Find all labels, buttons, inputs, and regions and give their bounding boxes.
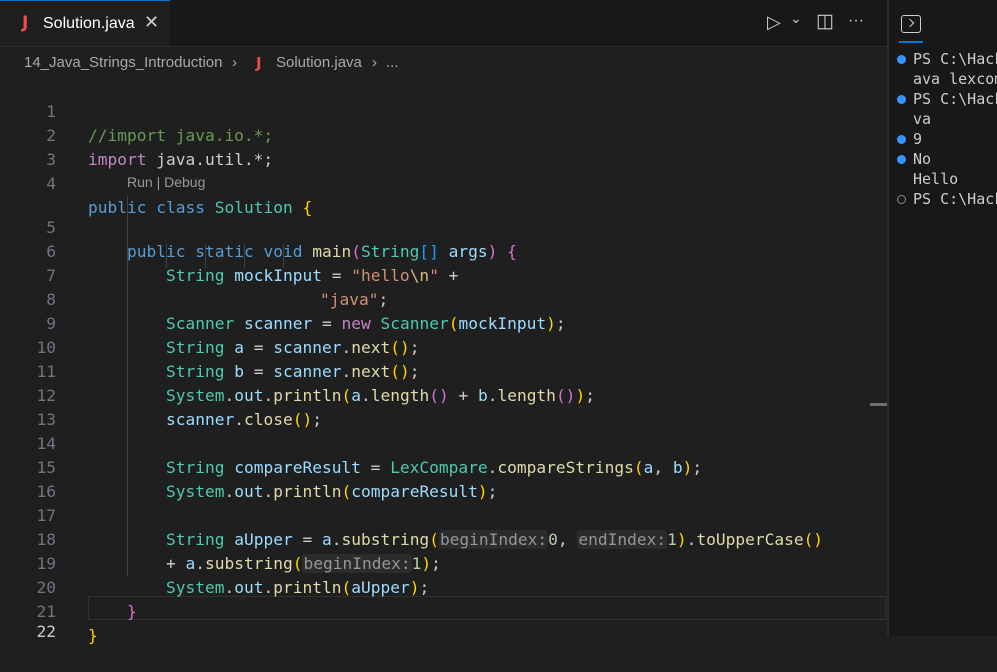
- java-file-icon: J: [256, 54, 262, 72]
- code-line: 17 String aUpper = a.substring(beginInde…: [0, 480, 870, 549]
- code-line: 20 }: [0, 552, 870, 621]
- close-icon[interactable]: ✕: [144, 12, 159, 33]
- code-line: 18 + a.substring(beginIndex:1);: [0, 504, 870, 573]
- line-number: 22: [36, 622, 57, 641]
- code-line: 10 String b = scanner.next();: [0, 312, 870, 381]
- breadcrumb: 14_Java_Strings_Introduction › J Solutio…: [0, 50, 887, 76]
- code-line: 9 String a = scanner.next();: [0, 288, 870, 357]
- editor-area: J Solution.java ✕ ▷ ⌄ ◫ ··· 14_Java_Stri…: [0, 0, 887, 645]
- code-line: 11 System.out.println(a.length() + b.len…: [0, 336, 870, 405]
- code-line: 6 String mockInput = "hello\n" +: [0, 216, 870, 285]
- code-line: 19 System.out.println(aUpper);: [0, 528, 870, 597]
- command-pending-icon[interactable]: [897, 195, 906, 204]
- terminal-line: va: [913, 110, 932, 128]
- more-actions-icon[interactable]: ···: [848, 12, 864, 30]
- tab-label: Solution.java: [43, 15, 135, 32]
- code-line: 15 System.out.println(compareResult);: [0, 432, 870, 501]
- code-line: 16: [0, 456, 870, 501]
- terminal-line: No: [913, 150, 932, 168]
- command-success-icon[interactable]: [897, 95, 906, 104]
- terminal-line: PS C:\Hack: [913, 50, 997, 68]
- command-success-icon[interactable]: [897, 55, 906, 64]
- run-icon[interactable]: ▷: [767, 12, 781, 33]
- split-editor-icon[interactable]: ◫: [816, 10, 834, 33]
- terminal-icon[interactable]: [901, 15, 921, 33]
- code-line: 3: [0, 124, 870, 169]
- terminal-line: PS C:\Hack: [913, 90, 997, 108]
- chevron-right-icon: ›: [232, 54, 237, 71]
- chevron-right-icon: ›: [372, 54, 377, 71]
- active-tab-indicator: [899, 41, 923, 43]
- code-line: 13: [0, 384, 870, 429]
- terminal-line: ava lexcom: [913, 70, 997, 88]
- breadcrumb-file[interactable]: Solution.java: [276, 54, 362, 71]
- code-line: 1 //import java.io.*;: [0, 76, 870, 145]
- code-line: 14 String compareResult = LexCompare.com…: [0, 408, 870, 477]
- code-line: 12 scanner.close();: [0, 360, 870, 429]
- code-editor[interactable]: 1 //import java.io.*; 2 import java.util…: [0, 76, 887, 645]
- code-line: 22: [0, 596, 870, 641]
- code-line: 5 public static void main(String[] args)…: [0, 192, 870, 261]
- java-file-icon: J: [22, 13, 29, 33]
- scrollbar-thumb[interactable]: [870, 403, 887, 406]
- terminal-line: 9: [913, 130, 923, 148]
- code-line: 4 public class Solution {: [0, 148, 870, 217]
- breadcrumb-symbol[interactable]: ...: [386, 54, 399, 71]
- terminal-line: Hello: [913, 170, 959, 188]
- terminal-line: PS C:\Hack: [913, 190, 997, 208]
- code-line: 2 import java.util.*;: [0, 100, 870, 169]
- line-text: }: [88, 626, 98, 645]
- chevron-down-icon[interactable]: ⌄: [790, 10, 802, 27]
- tab-bar: J Solution.java ✕ ▷ ⌄ ◫ ···: [0, 0, 887, 47]
- tab-solution-java[interactable]: J Solution.java ✕: [0, 0, 170, 46]
- command-success-icon[interactable]: [897, 155, 906, 164]
- terminal-panel[interactable]: PS C:\Hack ava lexcom PS C:\Hack va 9 No…: [889, 0, 997, 636]
- codelens-run-debug[interactable]: Run | Debug: [127, 172, 205, 192]
- command-success-icon[interactable]: [897, 135, 906, 144]
- breadcrumb-folder[interactable]: 14_Java_Strings_Introduction: [24, 54, 222, 71]
- code-line: 8 Scanner scanner = new Scanner(mockInpu…: [0, 264, 870, 333]
- code-line: 7 "java";: [0, 240, 870, 309]
